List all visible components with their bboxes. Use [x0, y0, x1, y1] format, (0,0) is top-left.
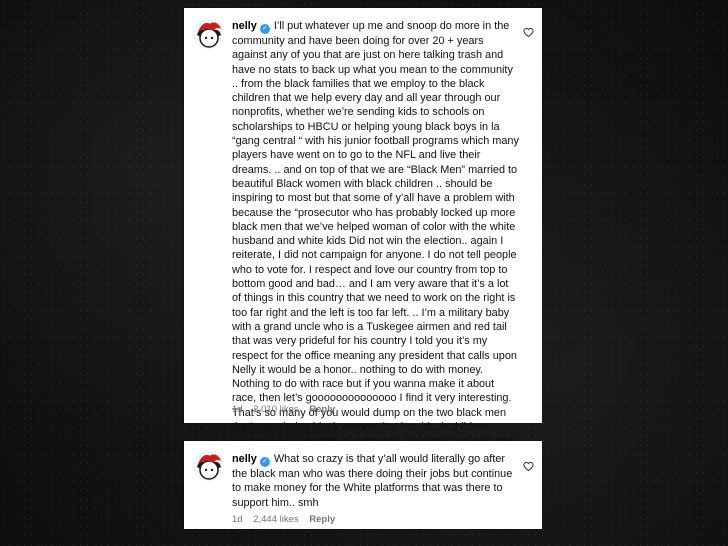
comment-time: 1d	[232, 514, 243, 525]
reply-button[interactable]: Reply	[309, 404, 335, 415]
comment-message: I’ll put whatever up me and snoop do mor…	[232, 20, 519, 462]
like-count[interactable]: 2,010 likes	[253, 404, 298, 415]
heart-outline-icon[interactable]	[523, 27, 534, 38]
heart-outline-icon[interactable]	[523, 461, 534, 472]
comment-meta: 1d 2,444 likes Reply	[232, 514, 343, 525]
comment-meta: 1d 2,010 likes Reply	[232, 404, 343, 415]
reply-button[interactable]: Reply	[309, 514, 335, 525]
avatar[interactable]	[194, 451, 224, 481]
comment-body: nelly ✓ I’ll put whatever up me and snoop …	[232, 19, 520, 463]
comment-time: 1d	[232, 404, 243, 415]
avatar-image	[194, 19, 224, 49]
comment-card-2: nelly ✓ What so crazy is that y’all would …	[184, 441, 542, 529]
comment-text: nelly ✓ What so crazy is that y’all would …	[232, 452, 520, 510]
avatar[interactable]	[194, 19, 224, 49]
comment-message: What so crazy is that y’all would litera…	[232, 453, 513, 509]
avatar-image	[194, 451, 224, 481]
username[interactable]: nelly	[232, 20, 257, 32]
verified-badge-icon: ✓	[259, 457, 270, 467]
comment-card-1: nelly ✓ I’ll put whatever up me and snoop …	[184, 8, 542, 462]
verified-badge-icon: ✓	[259, 24, 270, 34]
comment-text: nelly ✓ I’ll put whatever up me and snoop …	[232, 19, 520, 463]
comment-body: nelly ✓ What so crazy is that y’all would …	[232, 452, 520, 510]
username[interactable]: nelly	[232, 453, 257, 465]
like-count[interactable]: 2,444 likes	[253, 514, 298, 525]
